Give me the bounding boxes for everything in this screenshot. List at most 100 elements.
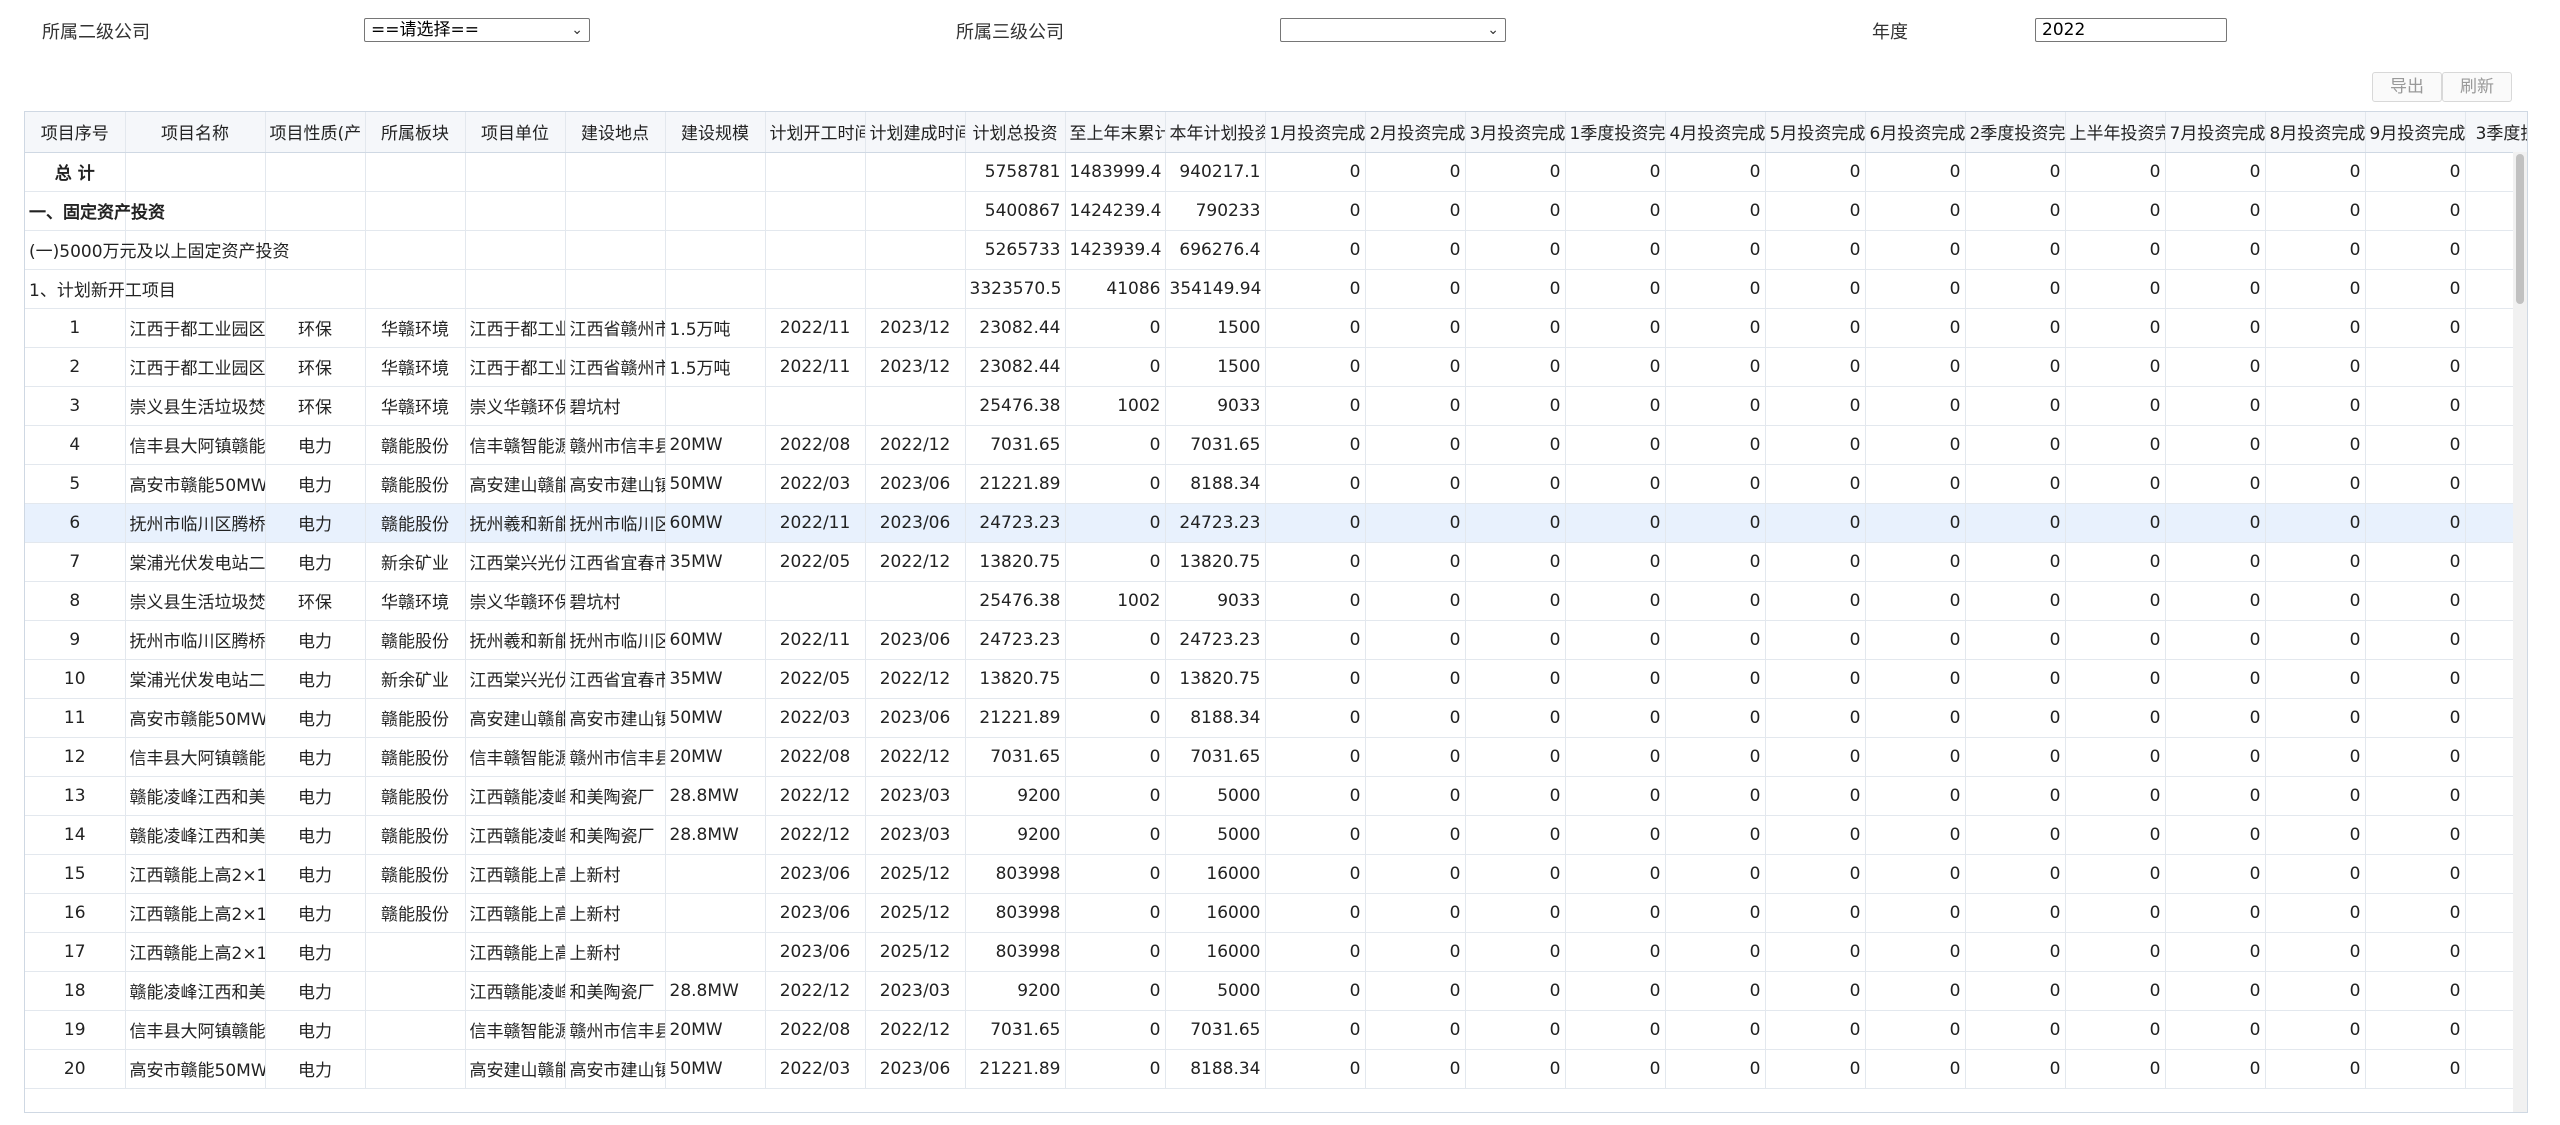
table-cell: 7031.65: [1165, 737, 1266, 777]
column-header[interactable]: 1季度投资完成: [1565, 112, 1666, 153]
table-cell: 0: [1065, 971, 1166, 1011]
table-cell: 0: [2065, 659, 2166, 699]
table-row[interactable]: 15江西赣能上高2×100电力赣能股份江西赣能上高上新村 2023/062025/…: [25, 854, 2527, 894]
vertical-scrollbar[interactable]: [2513, 152, 2527, 1112]
table-cell: 赣能股份: [365, 815, 466, 855]
column-header[interactable]: 项目性质(产: [265, 112, 366, 153]
column-header[interactable]: 建设地点: [565, 112, 666, 153]
table-cell: 0: [2165, 1049, 2266, 1089]
table-cell: 0: [2365, 269, 2466, 309]
table-cell: 0: [1765, 152, 1866, 192]
table-row[interactable]: 1江西于都工业园区项环保华赣环境江西于都工业江西省赣州市1.5万吨2022/11…: [25, 308, 2527, 348]
table-row[interactable]: 11高安市赣能50MW光电力赣能股份高安建山赣能高安市建山镇50MW2022/0…: [25, 698, 2527, 738]
table-cell: 赣州市信丰县: [565, 425, 666, 465]
column-header[interactable]: 计划总投资: [965, 112, 1066, 153]
column-header[interactable]: 3月投资完成: [1465, 112, 1566, 153]
table-cell: 21221.89: [965, 464, 1066, 504]
table-row[interactable]: 6抚州市临川区腾桥镇电力赣能股份抚州羲和新能抚州市临川区60MW2022/112…: [25, 503, 2527, 543]
column-header[interactable]: 至上年末累计: [1065, 112, 1166, 153]
table-cell: 0: [2265, 425, 2366, 465]
column-header[interactable]: 2月投资完成: [1365, 112, 1466, 153]
table-row[interactable]: 17江西赣能上高2×100电力 江西赣能上高上新村 2023/062025/1280…: [25, 932, 2527, 972]
column-header[interactable]: 项目序号: [25, 112, 126, 153]
table-row[interactable]: 10棠浦光伏发电站二期电力新余矿业江西棠兴光伏江西省宜春市35MW2022/05…: [25, 659, 2527, 699]
column-header[interactable]: 2季度投资完成: [1965, 112, 2066, 153]
table-cell: 0: [2365, 737, 2466, 777]
export-button[interactable]: 导出: [2372, 72, 2442, 102]
table-row[interactable]: 2江西于都工业园区项环保华赣环境江西于都工业江西省赣州市1.5万吨2022/11…: [25, 347, 2527, 387]
column-header[interactable]: 上半年投资完成: [2065, 112, 2166, 153]
table-row[interactable]: 一、固定资产投资 5400867 1424239.4 790233 0 0 0 0 0 0 0 0 0 0…: [25, 191, 2527, 231]
table-cell: 崇义县生活垃圾焚烧: [125, 581, 266, 621]
table-cell: 0: [1065, 698, 1166, 738]
table-cell: 和美陶瓷厂: [565, 776, 666, 816]
level3-company-select[interactable]: ⌄: [1280, 18, 1506, 42]
table-cell: 2022/12: [865, 425, 966, 465]
table-row[interactable]: 1、计划新开工项目 3323570.5 41086 354149.94 0 0 0 0 0 0 0 0…: [25, 269, 2527, 309]
table-row[interactable]: 8崇义县生活垃圾焚烧环保华赣环境崇义华赣环保碧坑村 25476.381002903…: [25, 581, 2527, 621]
table-cell: 0: [1765, 1010, 1866, 1050]
column-header[interactable]: 建设规模: [665, 112, 766, 153]
table-row[interactable]: 18赣能凌峰江西和美光电力 江西赣能凌峰和美陶瓷厂28.8MW2022/12202…: [25, 971, 2527, 1011]
table-row[interactable]: 9抚州市临川区腾桥镇电力赣能股份抚州羲和新能抚州市临川区60MW2022/112…: [25, 620, 2527, 660]
table-cell: 1002: [1065, 386, 1166, 426]
column-header[interactable]: 计划开工时间: [765, 112, 866, 153]
table-cell: 0: [2165, 932, 2266, 972]
table-row[interactable]: 20高安市赣能50MW光电力 高安建山赣能高安市建山镇50MW2022/03202…: [25, 1049, 2527, 1089]
column-header[interactable]: 9月投资完成: [2365, 112, 2466, 153]
column-header[interactable]: 计划建成时间: [865, 112, 966, 153]
column-header[interactable]: 所属板块: [365, 112, 466, 153]
level2-company-select[interactable]: ==请选择== ⌄: [364, 18, 590, 42]
table-cell: 16: [25, 893, 126, 933]
table-row[interactable]: 7棠浦光伏发电站二期电力新余矿业江西棠兴光伏江西省宜春市35MW2022/052…: [25, 542, 2527, 582]
table-cell: 0: [1965, 269, 2066, 309]
table-cell: 0: [2365, 230, 2466, 270]
table-cell: 2022/12: [865, 1010, 966, 1050]
table-cell: 0: [1665, 230, 1766, 270]
table-cell: 0: [1965, 1049, 2066, 1089]
table-row[interactable]: 3崇义县生活垃圾焚烧环保华赣环境崇义华赣环保碧坑村 25476.381002903…: [25, 386, 2527, 426]
table-cell: 信丰赣智能源: [465, 737, 566, 777]
table-cell: 0: [2165, 386, 2266, 426]
year-input[interactable]: 2022: [2035, 18, 2227, 42]
table-row[interactable]: 13赣能凌峰江西和美光电力赣能股份江西赣能凌峰和美陶瓷厂28.8MW2022/1…: [25, 776, 2527, 816]
column-header[interactable]: 3季度投资: [2465, 112, 2527, 153]
table-cell: 0: [1765, 503, 1866, 543]
table-cell: 上新村: [565, 854, 666, 894]
table-cell: 赣能股份: [365, 737, 466, 777]
table-row[interactable]: 19信丰县大阿镇赣能光电力 信丰赣智能源赣州市信丰县20MW2022/082022…: [25, 1010, 2527, 1050]
table-row[interactable]: 12信丰县大阿镇赣能光电力赣能股份信丰赣智能源赣州市信丰县20MW2022/08…: [25, 737, 2527, 777]
table-cell: 0: [1265, 269, 1366, 309]
table-cell: 上新村: [565, 932, 666, 972]
table-row[interactable]: (一)5000万元及以上固定资产投资 5265733 1423939.4 696276…: [25, 230, 2527, 270]
column-header[interactable]: 6月投资完成: [1865, 112, 1966, 153]
table-row[interactable]: 16江西赣能上高2×100电力赣能股份江西赣能上高上新村 2023/062025/…: [25, 893, 2527, 933]
column-header[interactable]: 项目名称: [125, 112, 266, 153]
table-cell: 高安市建山镇: [565, 698, 666, 738]
table-cell: 0: [1465, 1010, 1566, 1050]
scrollbar-thumb[interactable]: [2516, 154, 2524, 304]
table-row[interactable]: 14赣能凌峰江西和美光电力赣能股份江西赣能凌峰和美陶瓷厂28.8MW2022/1…: [25, 815, 2527, 855]
column-header[interactable]: 8月投资完成: [2265, 112, 2366, 153]
table-cell: 1424239.4: [1065, 191, 1166, 231]
column-header[interactable]: 7月投资完成: [2165, 112, 2266, 153]
table-cell: 0: [1665, 659, 1766, 699]
column-header[interactable]: 项目单位: [465, 112, 566, 153]
refresh-button[interactable]: 刷新: [2442, 72, 2512, 102]
column-header[interactable]: 4月投资完成: [1665, 112, 1766, 153]
table-cell: 电力: [265, 815, 366, 855]
table-row[interactable]: 5高安市赣能50MW光电力赣能股份高安建山赣能高安市建山镇50MW2022/03…: [25, 464, 2527, 504]
column-header[interactable]: 本年计划投资: [1165, 112, 1266, 153]
table-cell: 0: [1565, 503, 1666, 543]
table-cell: 0: [1465, 815, 1566, 855]
table-cell: 电力: [265, 1049, 366, 1089]
column-header[interactable]: 1月投资完成: [1265, 112, 1366, 153]
table-cell: 0: [1865, 425, 1966, 465]
table-cell: 赣能凌峰江西和美光: [125, 815, 266, 855]
table-cell: 0: [1065, 659, 1166, 699]
table-cell: 21221.89: [965, 698, 1066, 738]
table-cell: [365, 932, 466, 972]
column-header[interactable]: 5月投资完成: [1765, 112, 1866, 153]
table-row[interactable]: 总 计57587811483999.4940217.10000000000000: [25, 152, 2527, 192]
table-row[interactable]: 4信丰县大阿镇赣能光电力赣能股份信丰赣智能源赣州市信丰县20MW2022/082…: [25, 425, 2527, 465]
